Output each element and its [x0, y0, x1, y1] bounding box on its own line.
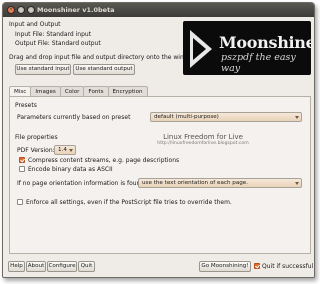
minimize-icon[interactable]	[17, 6, 25, 14]
enforce-settings-checkbox[interactable]	[17, 199, 23, 205]
file-properties-heading: File properties	[15, 134, 58, 141]
pdf-version-select[interactable]: 1.4	[54, 145, 76, 155]
go-moonshining-button[interactable]: Go Moonshining!	[199, 261, 251, 272]
use-standard-input-button[interactable]: Use standard input	[15, 64, 71, 75]
io-heading: Input and Output	[9, 21, 61, 28]
chevron-down-icon	[295, 182, 299, 185]
quit-button[interactable]: Quit	[78, 261, 95, 272]
help-button[interactable]: Help	[8, 261, 25, 272]
output-file-label: Output File: Standard output	[15, 40, 101, 47]
watermark: Linux Freedom for Live http://linuxfreed…	[143, 133, 263, 146]
quit-if-successful-checkbox[interactable]	[254, 263, 260, 269]
quit-if-successful-label: Quit if successful	[262, 263, 314, 270]
watermark-line1: Linux Freedom for Live	[163, 133, 243, 141]
compress-checkbox[interactable]	[19, 157, 25, 163]
chevron-logo-inner	[193, 38, 206, 60]
logo-name: Moonshiner	[219, 33, 311, 52]
logo-tagline: pszpdf the easy way	[221, 52, 296, 74]
window-controls: ×	[7, 6, 35, 14]
chevron-down-icon	[69, 149, 73, 152]
enforce-settings-label: Enforce all settings, even if the PostSc…	[26, 199, 232, 206]
preset-dropdown[interactable]: default (multi-purpose)	[150, 112, 302, 122]
moonshiner-window: × Moonshiner v1.0beta Input and Output I…	[2, 2, 315, 278]
orientation-dropdown[interactable]: use the text orientation of each page.	[138, 178, 302, 188]
presets-heading: Presets	[15, 102, 37, 109]
window-title: Moonshiner v1.0beta	[37, 6, 115, 14]
compress-label: Compress content streams, e.g. page desc…	[28, 157, 180, 164]
drag-drop-hint: Drag and drop input file and output dire…	[9, 54, 205, 61]
misc-panel: Presets Parameters currently based on pr…	[9, 96, 311, 254]
pdf-version-label: PDF Version:	[17, 147, 55, 154]
preset-value: default (multi-purpose)	[154, 114, 219, 120]
configure-button[interactable]: Configure	[47, 261, 77, 272]
pdf-version-value: 1.4	[58, 147, 67, 153]
use-standard-output-button[interactable]: Use standard output	[73, 64, 135, 75]
orientation-label: If no page orientation information is fo…	[17, 180, 147, 187]
preset-label: Parameters currently based on preset	[17, 114, 131, 121]
close-icon[interactable]: ×	[7, 6, 15, 14]
maximize-icon[interactable]	[27, 6, 35, 14]
encode-ascii-label: Encode binary data as ASCII	[28, 166, 113, 173]
title-bar[interactable]: × Moonshiner v1.0beta	[3, 3, 314, 17]
encode-ascii-checkbox[interactable]	[19, 166, 25, 172]
input-file-label: Input File: Standard input	[15, 31, 92, 38]
chevron-down-icon	[295, 116, 299, 119]
moonshiner-logo: Moonshiner pszpdf the easy way	[183, 21, 311, 75]
watermark-line2: http://linuxfreedomforlive.blogspot.com	[157, 141, 249, 146]
orientation-value: use the text orientation of each page.	[142, 180, 249, 186]
about-button[interactable]: About	[26, 261, 46, 272]
